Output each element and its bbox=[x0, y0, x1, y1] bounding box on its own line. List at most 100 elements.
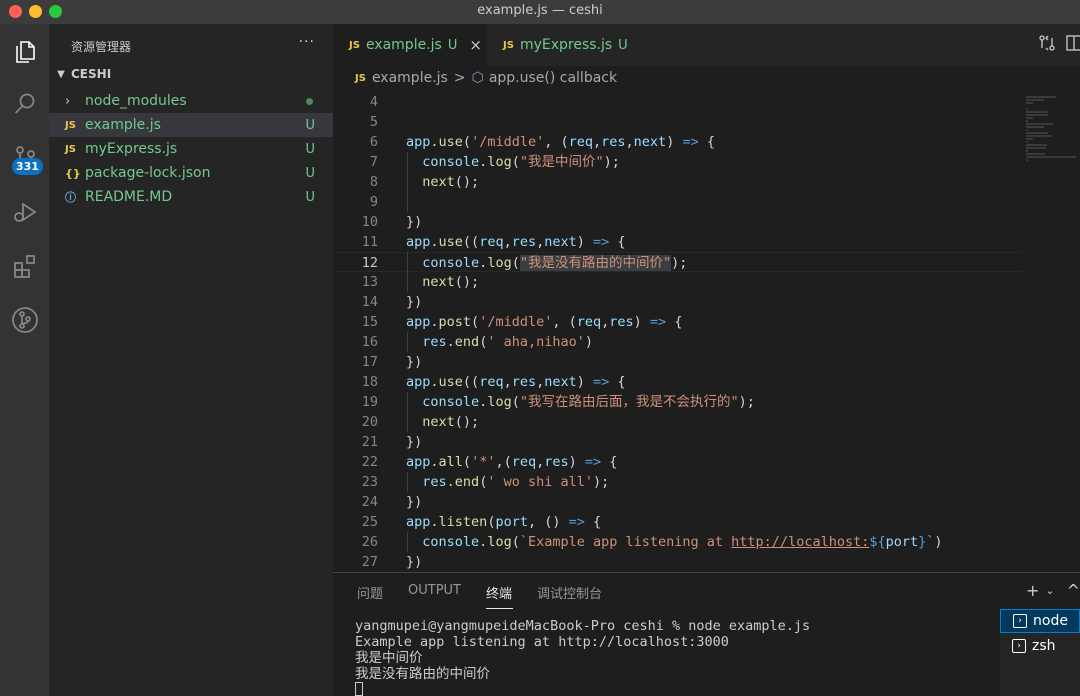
terminal-item-zsh[interactable]: › zsh bbox=[1000, 634, 1080, 658]
code-line[interactable]: 7 console.log("我是中间价"); bbox=[333, 152, 1023, 172]
editor-actions bbox=[1038, 34, 1080, 52]
breadcrumb-symbol[interactable]: app.use() callback bbox=[489, 70, 617, 86]
code-token: log bbox=[487, 394, 512, 410]
code-token: { bbox=[609, 234, 626, 250]
tab-output[interactable]: OUTPUT bbox=[408, 583, 461, 598]
code-line[interactable]: 6 app.use('/middle', (req,res,next) => { bbox=[333, 132, 1023, 152]
code-line[interactable]: 24}) bbox=[333, 492, 1023, 512]
code-line[interactable]: 26 console.log(`Example app listening at… bbox=[333, 532, 1023, 552]
code-token: next bbox=[544, 374, 577, 390]
code-line[interactable]: 15 app.post('/middle', (req,res) => { bbox=[333, 312, 1023, 332]
code-token: use bbox=[438, 374, 463, 390]
code-line[interactable]: 11 app.use((req,res,next) => { bbox=[333, 232, 1023, 252]
code-token: '/middle' bbox=[471, 134, 545, 150]
terminal-dropdown-button[interactable]: ⌄ bbox=[1045, 584, 1054, 600]
open-changes-icon[interactable] bbox=[1038, 34, 1056, 52]
code-line[interactable]: 27}) bbox=[333, 552, 1023, 572]
code-token: res bbox=[609, 314, 634, 330]
more-actions-button[interactable]: ··· bbox=[299, 34, 315, 50]
breadcrumb-file[interactable]: example.js bbox=[372, 70, 448, 86]
code-line[interactable]: 13 next(); bbox=[333, 272, 1023, 292]
minimap-line bbox=[1026, 117, 1034, 119]
tree-item-node-modules[interactable]: › node_modules bbox=[49, 89, 333, 113]
code-line[interactable]: 17}) bbox=[333, 352, 1023, 372]
minimap-line bbox=[1026, 108, 1028, 110]
collapse-panel-button[interactable]: ^ bbox=[1067, 581, 1080, 600]
code-token: port bbox=[495, 514, 528, 530]
code-token: req bbox=[576, 314, 602, 330]
minimap[interactable] bbox=[1023, 88, 1080, 572]
code-line[interactable]: 23 res.end(' wo shi all'); bbox=[333, 472, 1023, 492]
tree-item-readme[interactable]: ⓘ README.MD U bbox=[49, 185, 333, 209]
code-line[interactable]: 8 next(); bbox=[333, 172, 1023, 192]
indent-guide bbox=[407, 252, 408, 292]
code-token: => bbox=[568, 514, 585, 530]
line-number: 18 bbox=[361, 374, 378, 390]
code-editor[interactable]: 4 5 6 app.use('/middle', (req,res,next) => … bbox=[333, 88, 1023, 572]
workspace-folder-header[interactable]: ▼ CESHI bbox=[53, 67, 111, 81]
code-token: . bbox=[430, 234, 439, 250]
code-token: ( bbox=[511, 154, 520, 170]
code-line[interactable]: 5 bbox=[333, 112, 1023, 132]
code-line[interactable]: 21}) bbox=[333, 432, 1023, 452]
activity-bar: 331 bbox=[0, 24, 49, 696]
line-number: 23 bbox=[361, 474, 378, 490]
code-token: ( bbox=[511, 394, 520, 410]
code-line[interactable]: 18 app.use((req,res,next) => { bbox=[333, 372, 1023, 392]
code-token: }) bbox=[406, 494, 423, 510]
code-line[interactable]: 20 next(); bbox=[333, 412, 1023, 432]
terminal-item-node[interactable]: › node bbox=[1000, 609, 1080, 633]
code-token: ,( bbox=[495, 454, 512, 470]
tree-item-example-js[interactable]: JS example.js U bbox=[49, 113, 333, 137]
code-token: . bbox=[430, 134, 439, 150]
code-text: }) bbox=[406, 492, 422, 512]
run-debug-icon[interactable] bbox=[0, 192, 49, 232]
split-editor-icon[interactable] bbox=[1066, 34, 1080, 52]
code-text: console.log("我是中间价"); bbox=[406, 152, 620, 172]
minimap-line bbox=[1026, 153, 1046, 155]
terminal-output[interactable]: yangmupei@yangmupeideMacBook-Pro ceshi %… bbox=[355, 618, 810, 696]
tab-myexpress-js[interactable]: JS myExpress.js U bbox=[487, 24, 657, 66]
tab-status: U bbox=[618, 37, 628, 53]
search-icon[interactable] bbox=[0, 84, 49, 124]
line-number: 22 bbox=[361, 454, 378, 470]
extensions-icon[interactable] bbox=[0, 246, 49, 286]
indent-guide bbox=[407, 472, 408, 492]
code-line[interactable]: 12 console.log("我是没有路由的中间价"); bbox=[333, 252, 1023, 272]
code-line[interactable]: 14}) bbox=[333, 292, 1023, 312]
code-line[interactable]: 9 bbox=[333, 192, 1023, 212]
tab-problems[interactable]: 问题 bbox=[357, 583, 383, 602]
code-token: post bbox=[438, 314, 472, 330]
code-line[interactable]: 10}) bbox=[333, 212, 1023, 232]
editor-tabs: JS example.js U × JS myExpress.js U bbox=[333, 24, 1080, 66]
tab-example-js[interactable]: JS example.js U × bbox=[333, 24, 487, 66]
tree-item-package-lock-json[interactable]: {} package-lock.json U bbox=[49, 161, 333, 185]
code-text: app.use((req,res,next) => { bbox=[406, 232, 626, 252]
terminal-cursor bbox=[355, 682, 363, 696]
tab-debug-console[interactable]: 调试控制台 bbox=[537, 583, 602, 602]
code-token: console bbox=[422, 534, 480, 550]
code-line[interactable]: 19 console.log("我写在路由后面，我是不会执行的"); bbox=[333, 392, 1023, 412]
minimap-line bbox=[1026, 129, 1028, 131]
new-terminal-button[interactable]: + bbox=[1026, 581, 1039, 600]
minimap-line bbox=[1026, 156, 1076, 158]
tree-item-myexpress-js[interactable]: JS myExpress.js U bbox=[49, 137, 333, 161]
code-line[interactable]: 25 app.listen(port, () => { bbox=[333, 512, 1023, 532]
code-line[interactable]: 16 res.end(' aha,nihao') bbox=[333, 332, 1023, 352]
tab-terminal[interactable]: 终端 bbox=[486, 583, 512, 602]
code-line[interactable]: 4 bbox=[333, 92, 1023, 112]
window-title: example.js — ceshi bbox=[477, 3, 603, 18]
git-graph-icon[interactable] bbox=[0, 300, 49, 340]
minimap-line bbox=[1026, 111, 1048, 113]
minimap-line bbox=[1026, 114, 1049, 116]
line-number: 5 bbox=[369, 114, 378, 130]
code-token: all bbox=[438, 454, 463, 470]
code-text: }) bbox=[406, 292, 422, 312]
code-token: , bbox=[503, 374, 512, 390]
code-line[interactable]: 22 app.all('*',(req,res) => { bbox=[333, 452, 1023, 472]
explorer-icon[interactable] bbox=[0, 32, 49, 72]
close-icon[interactable]: × bbox=[469, 36, 482, 54]
code-token: }) bbox=[406, 554, 423, 570]
